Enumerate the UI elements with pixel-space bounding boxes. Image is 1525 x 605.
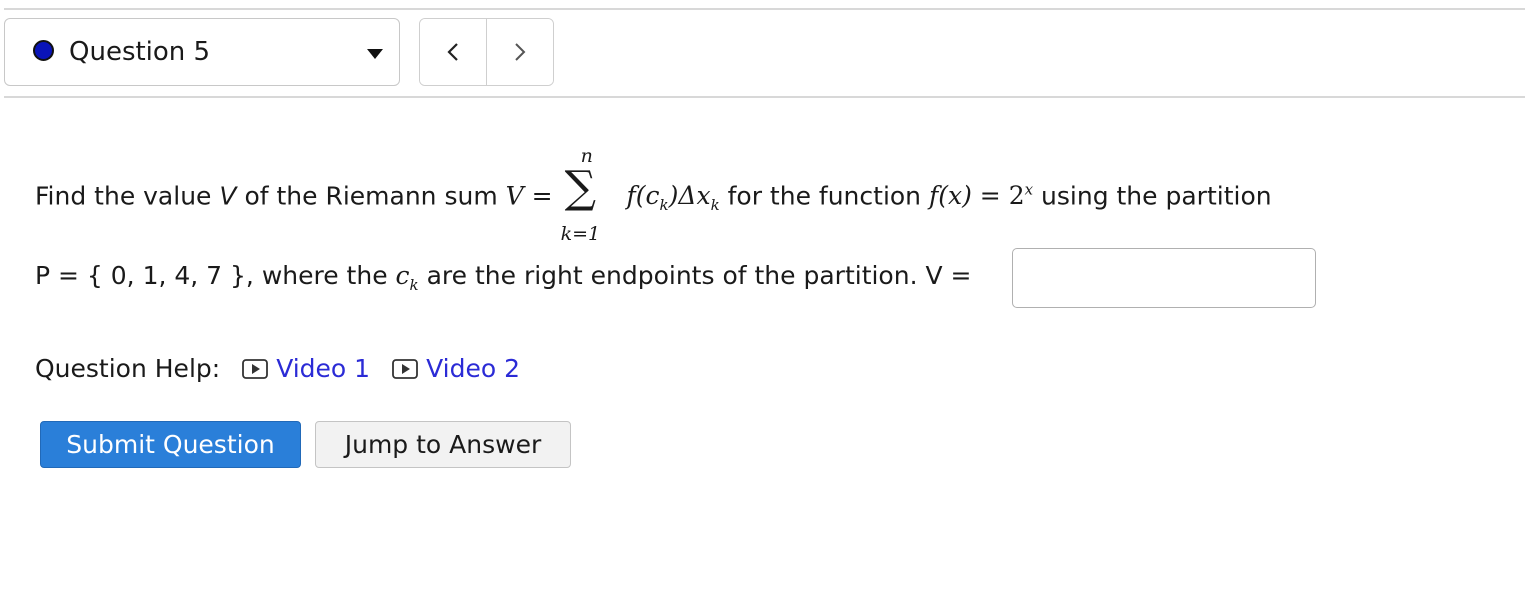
question-help-label: Question Help: — [35, 354, 221, 383]
sum-lower-limit: k=1 — [560, 223, 601, 245]
question-text-line1: Find the value V of the Riemann sum V = … — [35, 145, 1272, 245]
function-expression: f(x) = 2x — [928, 181, 1034, 211]
sigma-symbol: ∑ — [564, 162, 596, 213]
play-video-icon — [242, 359, 269, 379]
jump-to-answer-button[interactable]: Jump to Answer — [315, 421, 571, 468]
sum-lhs: V — [505, 181, 524, 211]
var-v: V — [219, 181, 237, 211]
question-nav — [419, 18, 554, 86]
sum-equals: = — [531, 181, 553, 211]
partition-text: P = { 0, 1, 4, 7 }, where the — [35, 261, 388, 290]
summand: f(ck)Δxk — [626, 181, 720, 215]
question-label: Question 5 — [69, 37, 211, 67]
riemann-text: of the Riemann sum — [244, 181, 498, 211]
question-intro: Find the value — [35, 181, 212, 211]
answer-label: V = — [925, 261, 972, 290]
question-help: Question Help: Video 1 Video 2 — [35, 353, 542, 385]
submit-question-button[interactable]: Submit Question — [40, 421, 301, 468]
video-2-link[interactable]: Video 2 — [392, 353, 520, 385]
sigma-block: n ∑ k=1 — [561, 145, 619, 245]
chevron-right-icon — [515, 43, 526, 61]
right-endpoints-text: are the right endpoints of the partition… — [426, 261, 918, 290]
top-divider — [4, 8, 1525, 10]
header-divider — [4, 96, 1525, 98]
ck-symbol: ck — [395, 261, 419, 294]
next-question-button[interactable] — [486, 19, 553, 85]
play-video-icon — [392, 359, 418, 379]
question-selector[interactable]: Question 5 — [4, 18, 400, 86]
video-1-link[interactable]: Video 1 — [242, 353, 370, 385]
previous-question-button[interactable] — [420, 19, 486, 85]
using-partition-text: using the partition — [1041, 181, 1272, 211]
chevron-left-icon — [447, 43, 458, 61]
question-text-line2: P = { 0, 1, 4, 7 }, where the ck are the… — [35, 260, 971, 301]
sum-expression: V = — [506, 181, 561, 210]
caret-down-icon — [367, 49, 383, 59]
status-dot-icon — [33, 40, 54, 61]
for-function-text: for the function — [727, 181, 922, 211]
answer-input[interactable] — [1012, 248, 1316, 308]
